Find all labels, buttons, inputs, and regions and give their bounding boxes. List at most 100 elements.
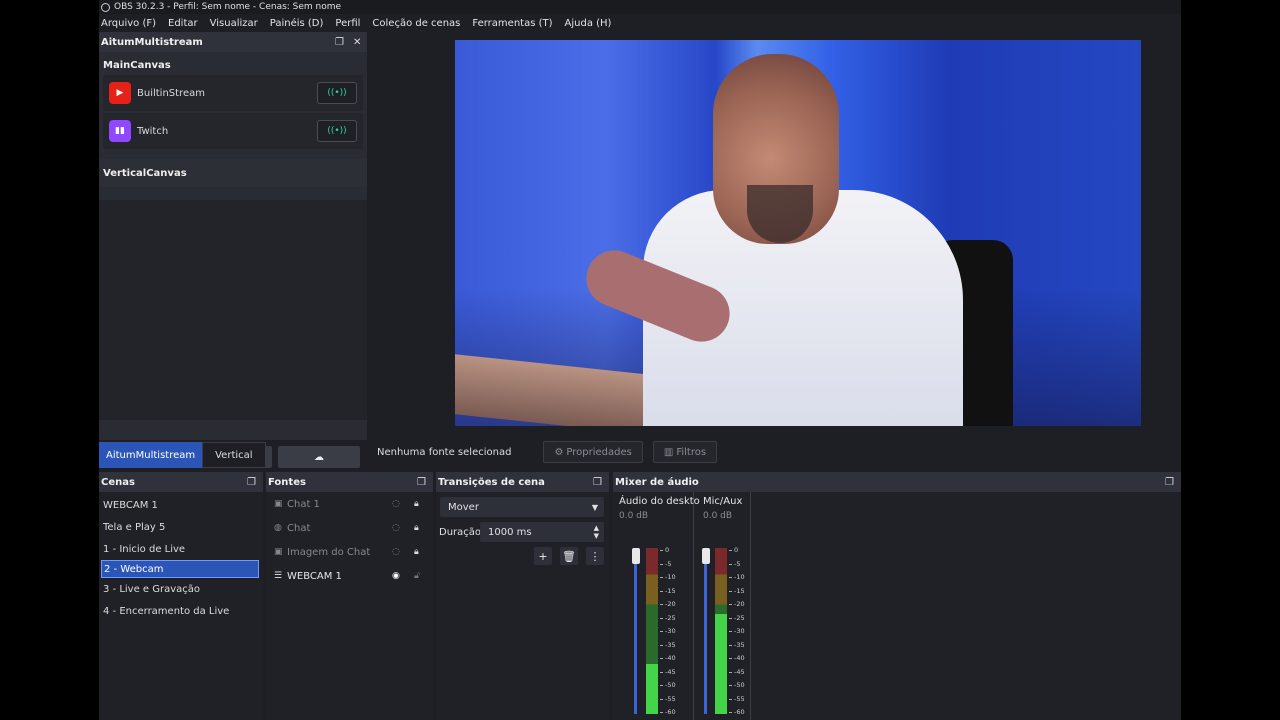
help-button[interactable]: ☁ (278, 446, 360, 468)
eye-hidden-icon[interactable]: ◌ (392, 547, 400, 557)
scene-item-selected[interactable]: 2 - Webcam (101, 560, 259, 578)
main-canvas-title: MainCanvas (103, 60, 171, 71)
filter-icon: ▥ (663, 446, 674, 458)
menu-perfil[interactable]: Perfil (335, 18, 360, 29)
transition-select[interactable]: Mover ▼ (440, 497, 604, 517)
properties-label: Propriedades (566, 446, 632, 458)
filters-button[interactable]: ▥ Filtros (652, 441, 718, 463)
transition-menu-button[interactable]: ⋮ (586, 547, 604, 565)
menu-editar[interactable]: Editar (168, 18, 198, 29)
stepper-icon[interactable]: ▲ ▼ (594, 524, 599, 540)
scene-item[interactable]: WEBCAM 1 (99, 494, 263, 516)
source-item[interactable]: ☰ WEBCAM 1 ◉ 🔓︎ (266, 564, 433, 588)
stream-name: BuiltinStream (137, 87, 205, 99)
transition-selected: Mover (448, 501, 479, 513)
scenes-header: Cenas ❐ (99, 472, 263, 492)
list-icon: ☰ (274, 571, 283, 581)
scene-item[interactable]: Tela e Play 5 (99, 516, 263, 538)
volume-slider-handle[interactable] (702, 548, 710, 564)
unlock-icon[interactable]: 🔓︎ (414, 571, 420, 581)
menu-visualizar[interactable]: Visualizar (210, 18, 258, 29)
more-icon: ⋮ (589, 549, 601, 563)
source-item[interactable]: ▣ Imagem do Chat ◌ 🔒︎ (266, 540, 433, 564)
scale-tick-label: -25 (729, 613, 745, 622)
lock-icon[interactable]: 🔒︎ (414, 499, 419, 509)
tab-vertical[interactable]: Vertical (202, 442, 266, 468)
transitions-header: Transições de cena ❐ (436, 472, 609, 492)
float-icon[interactable]: ❐ (247, 477, 256, 488)
preview-area (367, 32, 1181, 434)
youtube-icon: ▶ (109, 82, 131, 104)
stream-toggle-button[interactable]: ((•)) (317, 120, 357, 142)
sources-list: ▣ Chat 1 ◌ 🔒︎ ◍ Chat ◌ 🔒︎ ▣ Imagem do Ch… (266, 492, 433, 720)
preview-canvas[interactable] (455, 40, 1141, 426)
eye-icon[interactable]: ◉ (392, 571, 400, 581)
scale-tick-label: -45 (660, 667, 676, 676)
transitions-title: Transições de cena (438, 476, 545, 488)
transitions-body: Mover ▼ Duração 1000 ms ▲ ▼ + 🗑︎ ⋮ (436, 492, 609, 720)
scale-tick-label: -20 (660, 600, 676, 608)
volume-slider[interactable] (634, 548, 637, 714)
scale-tick-label: -55 (660, 694, 676, 703)
close-icon[interactable]: ✕ (353, 37, 361, 48)
scale-tick-label: -20 (729, 600, 745, 608)
float-icon[interactable]: ❐ (1165, 477, 1174, 488)
eye-hidden-icon[interactable]: ◌ (392, 499, 400, 509)
browser-icon: ◍ (274, 523, 282, 533)
duration-label: Duração (439, 527, 482, 538)
menu-paineis[interactable]: Painéis (D) (270, 18, 324, 29)
no-source-label: Nenhuma fonte selecionad (377, 446, 512, 458)
scale-tick-label: -15 (660, 586, 676, 595)
stream-toggle-button[interactable]: ((•)) (317, 82, 357, 104)
source-item[interactable]: ◍ Chat ◌ 🔒︎ (266, 516, 433, 540)
lock-icon[interactable]: 🔒︎ (414, 547, 419, 557)
source-item[interactable]: ▣ Chat 1 ◌ 🔒︎ (266, 492, 433, 516)
scene-item[interactable]: 4 - Encerramento da Live (99, 600, 263, 622)
scale-tick-label: -35 (660, 640, 676, 649)
trash-icon: 🗑︎ (562, 549, 576, 563)
menu-ajuda[interactable]: Ajuda (H) (565, 18, 612, 29)
stream-row-twitch: ▮▮ Twitch ((•)) (103, 113, 363, 149)
scene-item[interactable]: 3 - Live e Gravação (99, 578, 263, 600)
scale-tick-label: -50 (660, 681, 676, 689)
scale-tick-label: -60 (729, 708, 745, 716)
menu-ferramentas[interactable]: Ferramentas (T) (472, 18, 552, 29)
duration-input[interactable]: 1000 ms ▲ ▼ (480, 522, 604, 542)
discord-icon: ☁ (314, 451, 324, 463)
volume-slider-handle[interactable] (632, 548, 640, 564)
tab-aitummultistream[interactable]: AitumMultistream (99, 442, 203, 468)
volume-slider[interactable] (704, 548, 707, 714)
channel-name: Mic/Aux (703, 496, 743, 507)
scale-tick-label: -40 (729, 654, 745, 662)
remove-transition-button[interactable]: 🗑︎ (560, 547, 578, 565)
scene-item[interactable]: 1 - Inicio de Live (99, 538, 263, 560)
scale-tick-label: -40 (660, 654, 676, 662)
left-letterbox (0, 0, 99, 720)
scale-tick-label: -15 (729, 586, 745, 595)
float-icon[interactable]: ❐ (335, 37, 344, 48)
source-name: Chat 1 (287, 498, 320, 510)
sources-title: Fontes (268, 476, 306, 488)
scale-tick-label: 0 (659, 546, 670, 554)
scale-tick-label: -60 (660, 708, 676, 716)
properties-button[interactable]: ⚙ Propriedades (543, 441, 643, 463)
scale-tick-label: -55 (729, 694, 745, 703)
obs-logo-icon (101, 2, 110, 12)
float-icon[interactable]: ❐ (593, 477, 602, 488)
float-icon[interactable]: ❐ (417, 477, 426, 488)
scale-tick-label: -30 (660, 627, 676, 635)
channel-db: 0.0 dB (619, 511, 649, 521)
twitch-icon: ▮▮ (109, 120, 131, 142)
add-transition-button[interactable]: + (534, 547, 552, 565)
eye-hidden-icon[interactable]: ◌ (392, 523, 400, 533)
source-name: Chat (287, 522, 311, 534)
menu-arquivo[interactable]: Arquivo (F) (101, 18, 156, 29)
scenes-title: Cenas (101, 476, 135, 488)
lock-icon[interactable]: 🔒︎ (414, 523, 419, 533)
multistream-empty-area (99, 200, 367, 420)
menu-colecao-cenas[interactable]: Coleção de cenas (372, 18, 460, 29)
mixer-title: Mixer de áudio (615, 476, 699, 488)
scenes-list: WEBCAM 1 Tela e Play 5 1 - Inicio de Liv… (99, 492, 263, 720)
channel-db: 0.0 dB (703, 511, 733, 521)
filters-label: Filtros (676, 446, 707, 458)
